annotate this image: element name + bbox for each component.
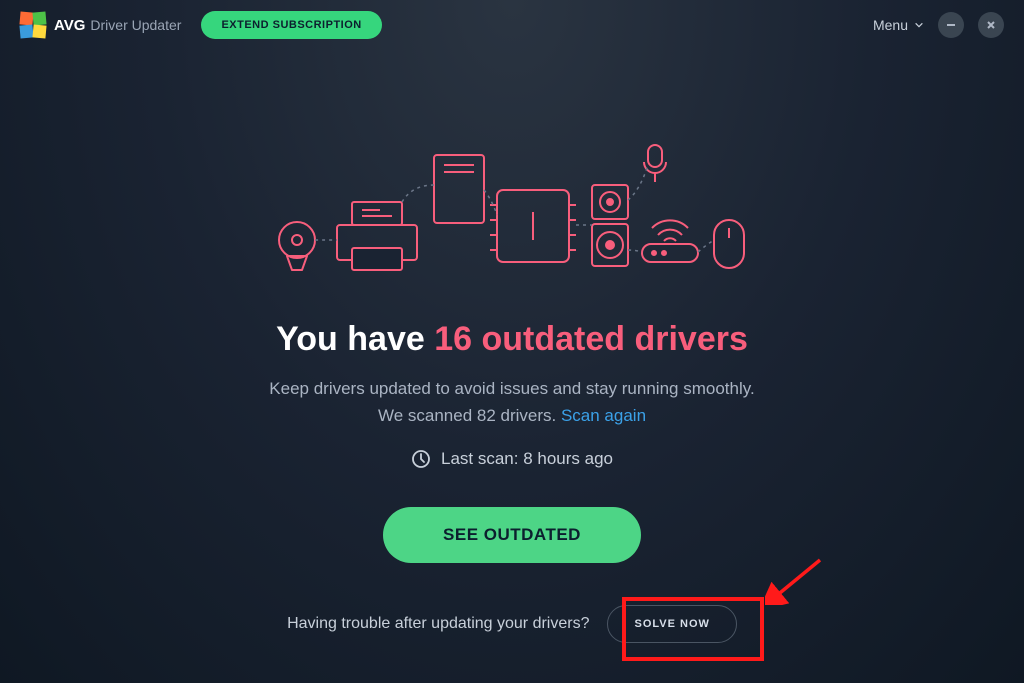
avg-logo-icon (20, 12, 46, 38)
header-bar: AVG Driver Updater EXTEND SUBSCRIPTION M… (0, 0, 1024, 50)
clock-icon (411, 449, 431, 469)
header-right: Menu (873, 12, 1004, 38)
close-button[interactable] (978, 12, 1004, 38)
subtitle-line1: Keep drivers updated to avoid issues and… (269, 375, 754, 402)
see-outdated-button[interactable]: SEE OUTDATED (383, 507, 641, 563)
app-title: Driver Updater (90, 17, 181, 33)
main-heading: You have 16 outdated drivers (276, 320, 748, 359)
last-scan-text: Last scan: 8 hours ago (441, 449, 613, 469)
last-scan-info: Last scan: 8 hours ago (411, 449, 613, 469)
app-name: AVG Driver Updater (54, 17, 181, 34)
devices-illustration-icon (252, 140, 772, 290)
extend-subscription-button[interactable]: EXTEND SUBSCRIPTION (201, 11, 381, 39)
logo-section: AVG Driver Updater (20, 12, 181, 38)
chevron-down-icon (914, 20, 924, 30)
close-icon (985, 19, 997, 31)
subtitle: Keep drivers updated to avoid issues and… (269, 375, 754, 429)
minimize-icon (945, 19, 957, 31)
footer: Having trouble after updating your drive… (0, 605, 1024, 643)
main-content: You have 16 outdated drivers Keep driver… (0, 50, 1024, 563)
heading-highlight: 16 outdated drivers (434, 320, 748, 358)
brand-name: AVG (54, 17, 85, 34)
menu-dropdown[interactable]: Menu (873, 17, 924, 33)
heading-prefix: You have (276, 320, 434, 358)
scanned-text: We scanned 82 drivers. (378, 406, 561, 425)
footer-text: Having trouble after updating your drive… (287, 615, 589, 633)
menu-label: Menu (873, 17, 908, 33)
solve-now-button[interactable]: SOLVE NOW (607, 605, 736, 643)
scan-again-link[interactable]: Scan again (561, 406, 646, 425)
minimize-button[interactable] (938, 12, 964, 38)
subtitle-line2: We scanned 82 drivers. Scan again (269, 402, 754, 429)
